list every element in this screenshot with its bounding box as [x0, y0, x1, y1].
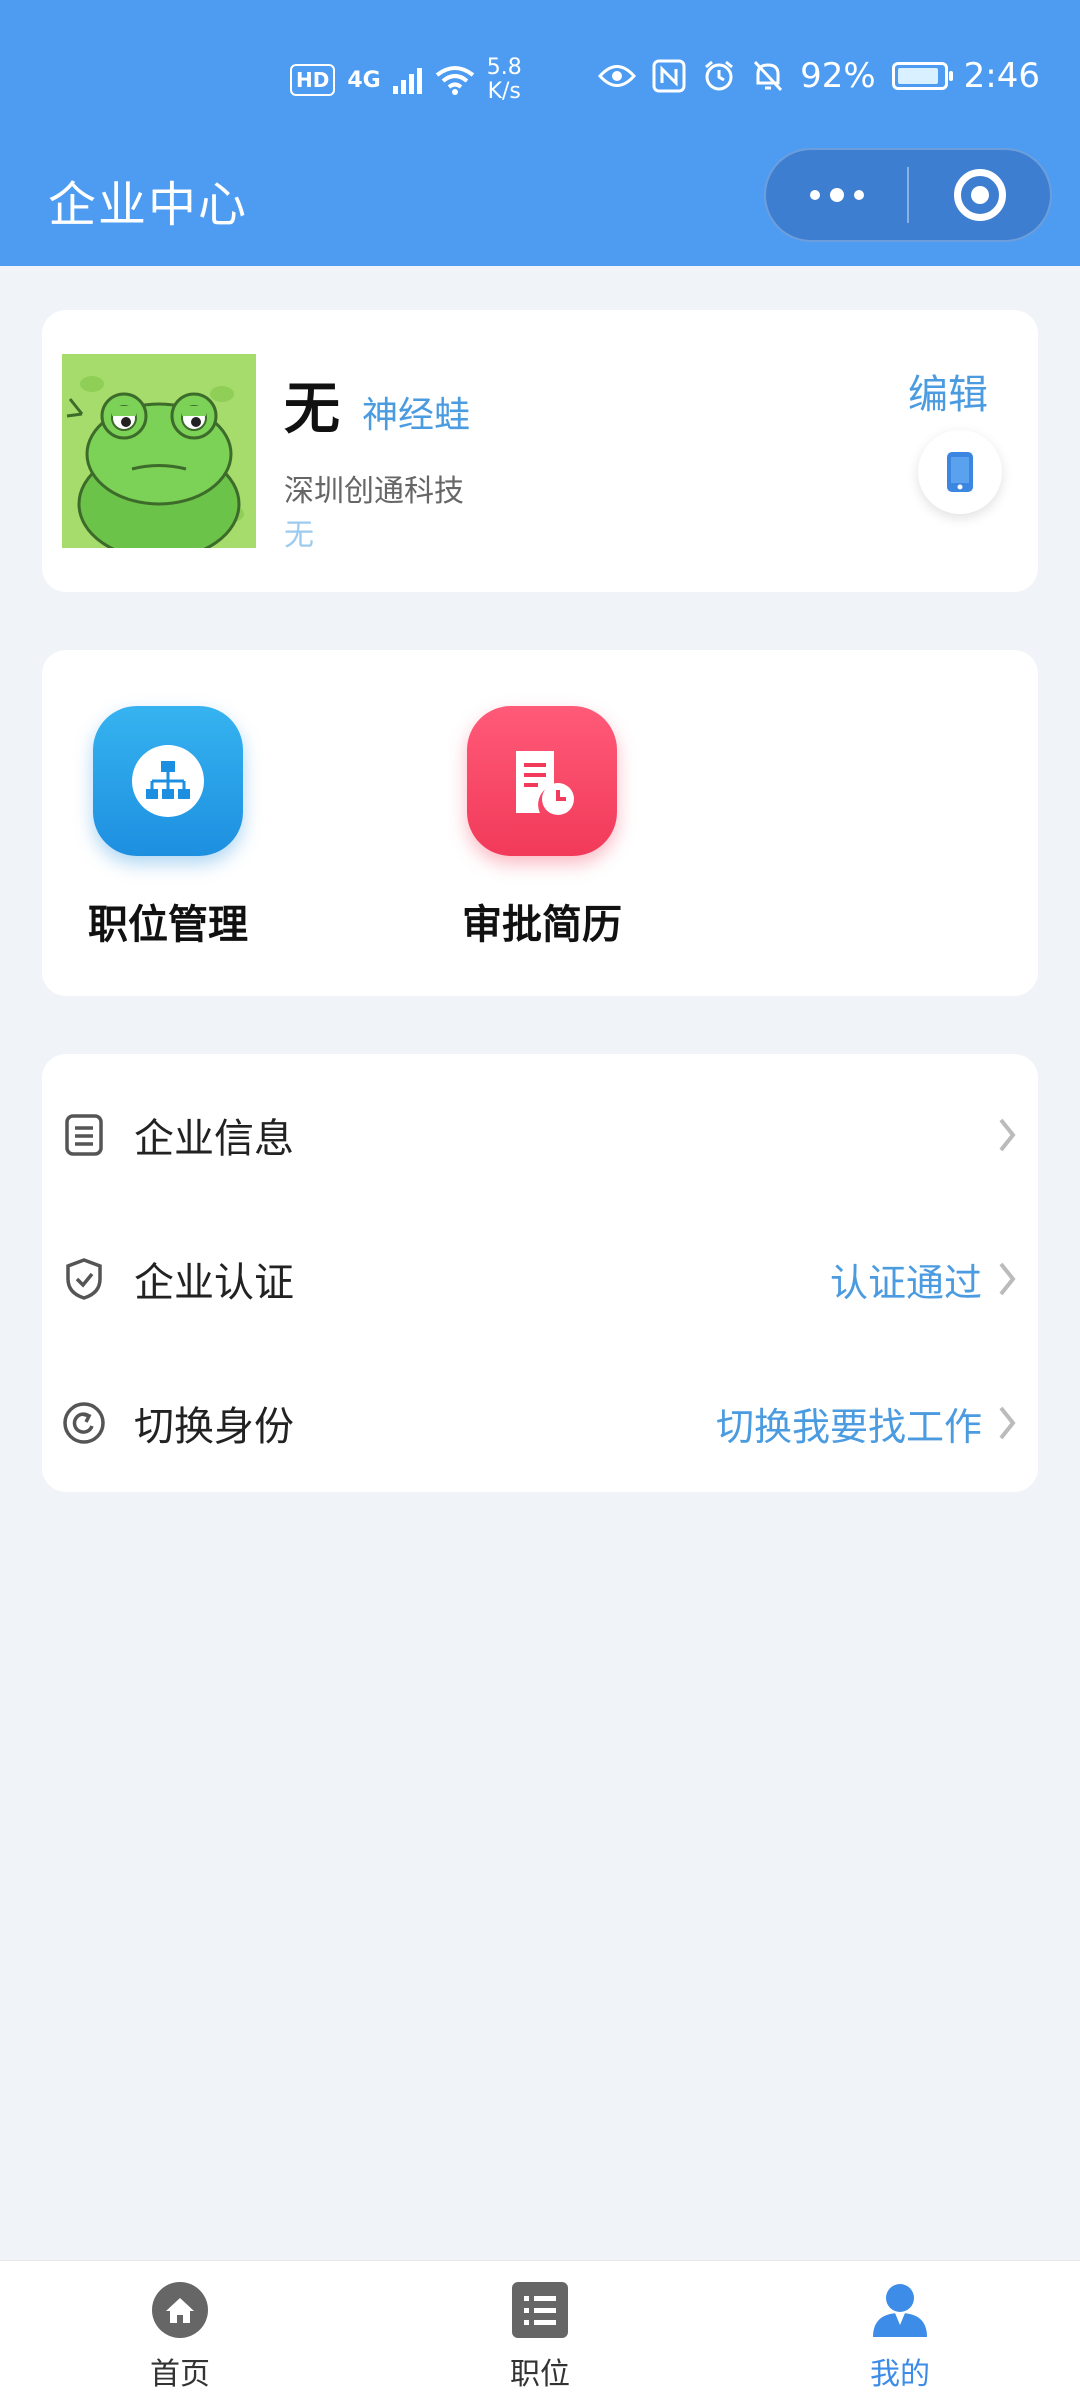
chevron-right-icon — [992, 1113, 1022, 1157]
tab-label: 职位 — [510, 2357, 570, 2392]
profile-extra: 无 — [284, 518, 314, 553]
frog-avatar-image — [62, 354, 256, 548]
document-icon — [62, 1113, 106, 1157]
quick-action-review-resume[interactable]: 审批简历 — [432, 706, 652, 950]
network-label: 4G — [347, 67, 381, 93]
avatar[interactable] — [62, 354, 256, 548]
battery-percent: 92% — [800, 56, 876, 96]
tab-mine[interactable]: 我的 — [820, 2281, 980, 2393]
document-clock-icon — [467, 706, 617, 856]
eye-icon — [598, 65, 637, 87]
org-chart-icon — [93, 706, 243, 856]
quick-actions-card: 职位管理 审批简历 — [42, 650, 1038, 996]
profile-company: 深圳创通科技 — [284, 474, 464, 509]
quick-action-label: 审批简历 — [462, 902, 622, 948]
mini-program-capsule — [764, 148, 1052, 242]
menu-item-label: 切换身份 — [134, 1404, 294, 1450]
status-right: 92% 2:46 — [598, 56, 1040, 96]
target-icon — [953, 169, 1006, 221]
list-icon — [511, 2281, 569, 2339]
tab-home[interactable]: 首页 — [100, 2281, 260, 2393]
network-speed: 5.8 K/s — [486, 55, 522, 104]
status-network: HD 4G 5.8 K/s — [290, 56, 522, 104]
user-icon — [871, 2281, 929, 2339]
close-program-button[interactable] — [909, 150, 1050, 240]
page-title: 企业中心 — [48, 177, 249, 233]
alarm-icon — [705, 60, 734, 91]
settings-menu-card: 企业信息 企业认证 认证通过 切换身份 切换我要找工作 — [42, 1054, 1038, 1492]
bell-mute-icon — [753, 60, 783, 92]
phone-button[interactable] — [918, 430, 1002, 514]
menu-item-switch-identity[interactable]: 切换身份 切换我要找工作 — [42, 1358, 1038, 1488]
profile-card: 无 神经蛙 深圳创通科技 无 编辑 — [42, 310, 1038, 592]
switch-icon — [62, 1401, 106, 1445]
clock-time: 2:46 — [963, 56, 1040, 96]
app-header: HD 4G 5.8 K/s 92% 2:46 企业中心 — [0, 0, 1080, 266]
menu-item-label: 企业信息 — [134, 1116, 294, 1162]
wifi-icon — [435, 66, 474, 95]
edit-profile-link[interactable]: 编辑 — [908, 362, 988, 420]
shield-check-icon — [62, 1257, 106, 1301]
home-icon — [151, 2281, 209, 2339]
chevron-right-icon — [992, 1257, 1022, 1301]
signal-icon — [392, 68, 422, 94]
profile-name: 无 — [284, 377, 340, 442]
status-bar: HD 4G 5.8 K/s 92% 2:46 — [0, 50, 1080, 110]
bottom-tab-bar: 首页 职位 我的 — [0, 2260, 1080, 2400]
phone-icon — [947, 452, 973, 492]
switch-identity-value: 切换我要找工作 — [715, 1404, 982, 1449]
menu-item-label: 企业认证 — [134, 1260, 294, 1306]
more-dots-icon — [809, 188, 864, 202]
quick-action-job-management[interactable]: 职位管理 — [58, 706, 278, 950]
battery-icon — [891, 62, 953, 90]
more-button[interactable] — [766, 150, 907, 240]
profile-nickname: 神经蛙 — [362, 395, 471, 436]
tab-label: 首页 — [150, 2357, 210, 2392]
chevron-right-icon — [992, 1401, 1022, 1445]
menu-item-company-verification[interactable]: 企业认证 认证通过 — [42, 1214, 1038, 1344]
verification-status: 认证通过 — [829, 1260, 982, 1305]
nfc-icon — [652, 59, 686, 93]
menu-item-company-info[interactable]: 企业信息 — [42, 1070, 1038, 1200]
tab-jobs[interactable]: 职位 — [460, 2281, 620, 2393]
quick-action-label: 职位管理 — [88, 902, 248, 948]
tab-label: 我的 — [870, 2357, 930, 2392]
hd-icon: HD — [290, 64, 336, 96]
